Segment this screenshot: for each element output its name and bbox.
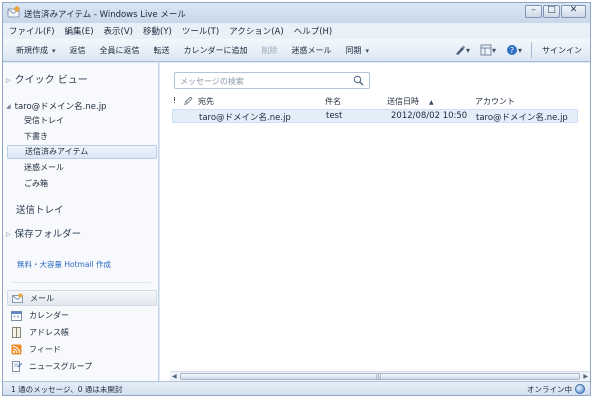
search-icon[interactable] xyxy=(353,75,364,86)
maximize-button[interactable]: □ xyxy=(543,5,560,18)
menu-file[interactable]: ファイル(F) xyxy=(9,25,55,37)
scrollbar-thumb[interactable]: ||| xyxy=(180,373,580,380)
calendar-icon xyxy=(11,310,22,321)
menu-tools[interactable]: ツール(T) xyxy=(182,25,219,37)
toolbar-right: ▾ ▾ ? ▾ サインイン xyxy=(449,39,590,61)
close-button[interactable]: ✕ xyxy=(561,5,586,18)
column-attachment[interactable]: 🖉 xyxy=(184,96,193,110)
layout-icon xyxy=(480,44,492,56)
menu-go[interactable]: 移動(Y) xyxy=(143,25,172,37)
nav-address-book[interactable]: アドレス帳 xyxy=(7,324,157,340)
address-book-icon xyxy=(12,326,21,338)
pen-icon xyxy=(455,45,465,55)
column-to[interactable]: 宛先 xyxy=(198,96,214,107)
minimize-button[interactable]: – xyxy=(525,5,542,18)
mail-icon xyxy=(12,293,23,303)
grip-icon: ||| xyxy=(376,374,382,380)
menu-bar: ファイル(F) 編集(E) 表示(V) 移動(Y) ツール(T) アクション(A… xyxy=(3,23,590,39)
layout-button[interactable]: ▾ xyxy=(475,39,501,61)
cell-to: taro@ドメイン名.ne.jp xyxy=(199,113,291,123)
maximize-icon: □ xyxy=(547,5,556,15)
reply-all-button[interactable]: 全員に返信 xyxy=(93,45,147,56)
title-bar[interactable]: 送信済みアイテム - Windows Live メール – □ ✕ xyxy=(3,3,590,23)
sort-ascending-icon: ▲ xyxy=(429,99,434,106)
expand-arrow-icon[interactable]: ▷ xyxy=(6,231,11,238)
nav-feeds[interactable]: フィード xyxy=(7,341,157,357)
cell-account: taro@ドメイン名.ne.jp xyxy=(476,113,568,123)
nav-calendar[interactable]: カレンダー xyxy=(7,307,157,323)
folder-sent-items[interactable]: 送信済みアイテム xyxy=(7,145,157,159)
reply-button[interactable]: 返信 xyxy=(63,45,93,56)
search-input[interactable]: メッセージの検索 xyxy=(174,72,370,89)
online-icon[interactable] xyxy=(575,384,585,394)
column-date[interactable]: 送信日時 ▲ xyxy=(387,96,434,107)
toolbar: 新規作成 返信 全員に返信 転送 カレンダーに追加 削除 迷惑メール 同期 ▾ … xyxy=(3,39,590,62)
scroll-right-icon[interactable]: ▶ xyxy=(583,373,588,380)
windows-live-mail-icon xyxy=(7,6,20,18)
minimize-icon: – xyxy=(531,5,536,15)
sync-button[interactable]: 同期 xyxy=(339,45,377,56)
folder-deleted[interactable]: ごみ箱 xyxy=(7,177,157,191)
signin-button[interactable]: サインイン xyxy=(536,45,590,56)
hotmail-signup-link[interactable]: 無料・大容量 Hotmail 作成 xyxy=(17,259,111,270)
feed-icon xyxy=(11,344,22,354)
column-subject[interactable]: 件名 xyxy=(325,96,341,107)
menu-edit[interactable]: 編集(E) xyxy=(65,25,94,37)
sidebar-divider xyxy=(11,282,151,283)
quick-views-header[interactable]: ▷ クイック ビュー xyxy=(6,71,88,86)
menu-view[interactable]: 表示(V) xyxy=(104,25,133,37)
app-window: 送信済みアイテム - Windows Live メール – □ ✕ ファイル(F… xyxy=(2,2,591,396)
scroll-left-icon[interactable]: ◀ xyxy=(172,373,177,380)
folder-inbox[interactable]: 受信トレイ xyxy=(7,114,157,128)
column-flag[interactable]: ! xyxy=(173,96,176,105)
status-bar: 1 通のメッセージ、0 通は未開封 オンライン中 xyxy=(3,381,590,395)
svg-text:?: ? xyxy=(510,46,514,55)
nav-newsgroups[interactable]: ニュースグループ xyxy=(7,358,157,374)
window-controls: – □ ✕ xyxy=(525,5,586,18)
horizontal-scrollbar[interactable]: ◀ ||| ▶ xyxy=(170,371,590,381)
cell-subject: test xyxy=(326,111,343,121)
account-header[interactable]: ◢ taro@ドメイン名.ne.jp xyxy=(6,100,106,112)
message-row[interactable]: taro@ドメイン名.ne.jp test 2012/08/02 10:50 t… xyxy=(172,109,578,123)
delete-button[interactable]: 削除 xyxy=(255,45,285,56)
forward-button[interactable]: 転送 xyxy=(147,45,177,56)
help-icon: ? xyxy=(506,45,517,55)
online-status: オンライン中 xyxy=(527,385,572,394)
folder-outbox[interactable]: 送信トレイ xyxy=(16,202,64,216)
folder-drafts[interactable]: 下書き xyxy=(7,130,157,144)
folder-pane: ▷ クイック ビュー ◢ taro@ドメイン名.ne.jp 受信トレイ 下書き 送信… xyxy=(3,63,159,381)
cell-date: 2012/08/02 10:50 xyxy=(391,111,468,121)
help-button[interactable]: ? ▾ xyxy=(501,39,527,61)
column-account[interactable]: アカウント xyxy=(475,96,515,107)
menu-help[interactable]: ヘルプ(H) xyxy=(294,25,333,37)
search-placeholder: メッセージの検索 xyxy=(180,77,244,86)
expand-arrow-icon[interactable]: ▷ xyxy=(6,77,11,84)
folder-junk[interactable]: 迷惑メール xyxy=(7,161,157,175)
column-header-row: ! 🖉 宛先 件名 送信日時 ▲ アカウント xyxy=(160,94,590,108)
collapse-arrow-icon[interactable]: ◢ xyxy=(6,103,11,110)
junk-button[interactable]: 迷惑メール xyxy=(285,45,339,56)
menu-actions[interactable]: アクション(A) xyxy=(229,25,284,37)
toolbar-separator xyxy=(531,42,532,58)
message-count-status: 1 通のメッセージ、0 通は未開封 xyxy=(11,385,123,394)
new-button[interactable]: 新規作成 xyxy=(9,45,63,56)
window-title: 送信済みアイテム - Windows Live メール xyxy=(24,10,186,20)
add-to-calendar-button[interactable]: カレンダーに追加 xyxy=(177,45,255,56)
storage-folders-header[interactable]: ▷ 保存フォルダー xyxy=(6,226,81,240)
message-list-pane: メッセージの検索 ! 🖉 宛先 件名 送信日時 ▲ アカウント taro@ドメイン… xyxy=(160,63,590,381)
pen-button[interactable]: ▾ xyxy=(449,39,475,61)
newsgroup-icon xyxy=(12,360,22,372)
close-icon: ✕ xyxy=(569,5,578,15)
nav-mail[interactable]: メール xyxy=(7,290,157,306)
